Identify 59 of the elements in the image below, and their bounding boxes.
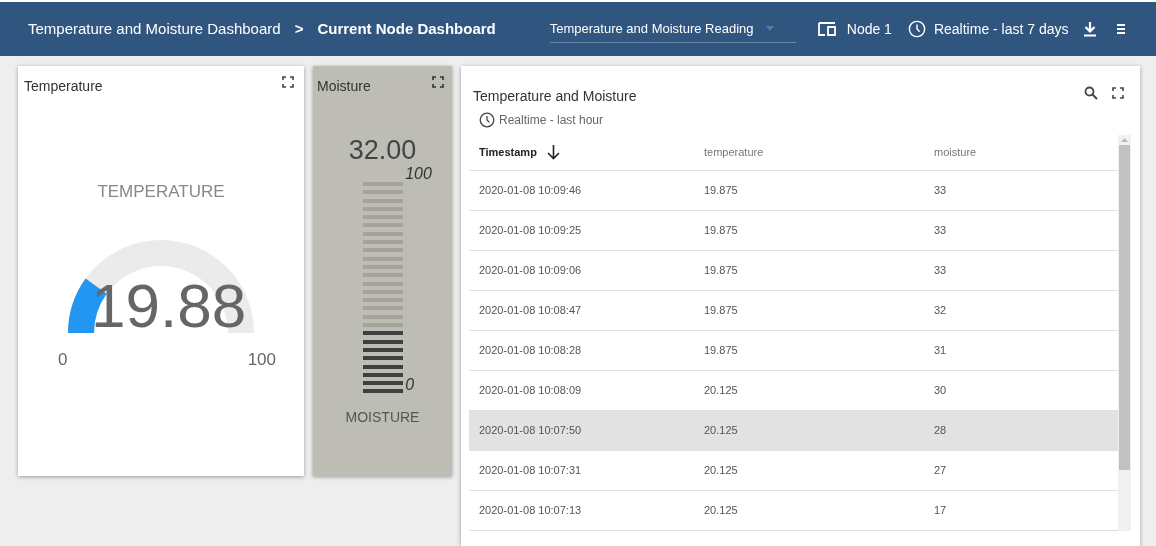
breadcrumb-separator: > bbox=[294, 18, 304, 39]
devices-icon bbox=[817, 21, 838, 37]
table-cell-text: 2020-01-08 10:08:47 bbox=[478, 303, 583, 319]
fullscreen-icon[interactable] bbox=[432, 76, 444, 88]
state-select[interactable]: Temperature and Moisture Reading bbox=[549, 14, 796, 44]
table-cell-text: 20.125 bbox=[704, 463, 739, 479]
entity-label[interactable]: Node 1 bbox=[846, 18, 892, 40]
table-cell-text: 19.875 bbox=[704, 223, 739, 239]
table-cell-text: 2020-01-08 10:08:28 bbox=[478, 343, 583, 359]
table-cell-text: 28 bbox=[934, 423, 948, 439]
card-title: Moisture bbox=[317, 77, 371, 96]
table-cell-text: 2020-01-08 10:09:06 bbox=[478, 263, 583, 279]
table-cell-text: 20.125 bbox=[704, 423, 739, 439]
table-cell-text: 33 bbox=[934, 223, 948, 239]
column-header[interactable]: temperature bbox=[704, 144, 764, 161]
dropdown-caret-icon bbox=[765, 26, 774, 31]
moisture-value: 32.00 bbox=[348, 137, 417, 164]
table-cell-text: 19.875 bbox=[704, 303, 739, 319]
table-cell-text: 2020-01-08 10:07:50 bbox=[478, 423, 583, 439]
card-title: Temperature bbox=[24, 77, 103, 96]
table-cell-text: 20.125 bbox=[704, 503, 739, 519]
table-row[interactable]: 2020-01-08 10:07:50 20.125 28 bbox=[469, 411, 1118, 451]
scrollbar[interactable] bbox=[1118, 135, 1131, 531]
clock-icon bbox=[479, 112, 495, 128]
timewindow-label[interactable]: Realtime - last 7 days bbox=[933, 18, 1069, 40]
fullscreen-icon[interactable] bbox=[282, 76, 294, 88]
fullscreen-icon[interactable] bbox=[1112, 87, 1124, 99]
breadcrumb-link[interactable]: Current Node Dashboard bbox=[317, 17, 496, 41]
table-cell-text: 19.875 bbox=[704, 343, 739, 359]
table-cell-text: 20.125 bbox=[704, 383, 739, 399]
table-cell-text: 2020-01-08 10:07:13 bbox=[478, 503, 583, 519]
breadcrumb-link[interactable]: Temperature and Moisture Dashboard bbox=[28, 17, 281, 41]
scale-min-label: 0 bbox=[405, 377, 416, 394]
card-title: Temperature and Moisture bbox=[473, 87, 637, 106]
column-header[interactable]: Timestamp bbox=[479, 144, 537, 161]
moisture-label: MOISTURE bbox=[345, 408, 420, 428]
table-cell-text: 2020-01-08 10:09:46 bbox=[478, 183, 583, 199]
column-header[interactable]: moisture bbox=[934, 144, 977, 161]
gauge-min-label: 0 bbox=[57, 348, 68, 371]
search-icon[interactable] bbox=[1084, 86, 1098, 100]
timewindow-label: Realtime - last hour bbox=[499, 112, 604, 129]
clock-icon bbox=[907, 20, 926, 38]
table-cell-text: 2020-01-08 10:07:31 bbox=[478, 463, 583, 479]
table-cell-text: 31 bbox=[934, 343, 948, 359]
table-cell-text: 32 bbox=[934, 303, 948, 319]
download-icon[interactable] bbox=[1082, 21, 1097, 37]
gauge-title: TEMPERATURE bbox=[97, 181, 225, 203]
scale-max-label: 100 bbox=[405, 166, 432, 182]
table-cell-text: 33 bbox=[934, 183, 948, 199]
table-cell-text: 19.875 bbox=[704, 263, 739, 279]
table-cell-text: 2020-01-08 10:09:25 bbox=[478, 223, 583, 239]
table-cell-text: 17 bbox=[934, 503, 948, 519]
table-cell-text: 27 bbox=[934, 463, 948, 479]
table-cell-text: 19.875 bbox=[704, 183, 739, 199]
table-cell-text: 2020-01-08 10:08:09 bbox=[478, 383, 583, 399]
gauge-max-label: 100 bbox=[247, 348, 276, 371]
sort-arrow-icon[interactable] bbox=[546, 145, 560, 160]
table-cell-text: 30 bbox=[934, 383, 948, 399]
table-cell-text: 33 bbox=[934, 263, 948, 279]
